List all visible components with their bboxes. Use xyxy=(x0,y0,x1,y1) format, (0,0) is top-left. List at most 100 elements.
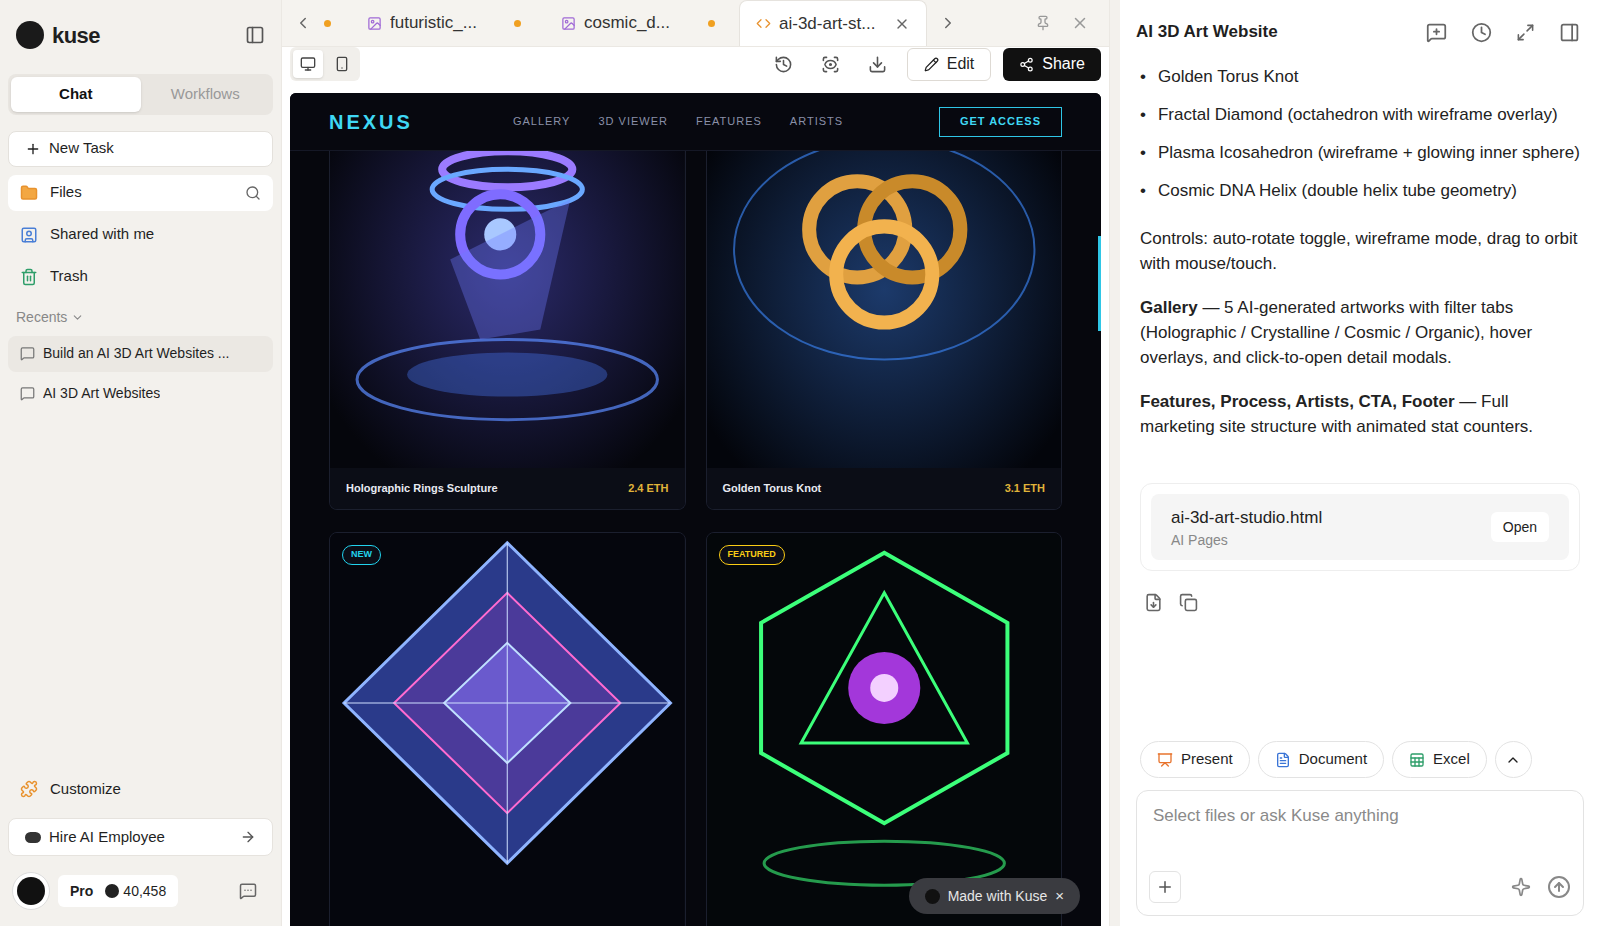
chat-input-placeholder: Select files or ask Kuse anything xyxy=(1149,803,1571,829)
bullet-item: •Plasma Icosahedron (wireframe + glowing… xyxy=(1140,140,1580,165)
site-nav-link[interactable]: 3D VIEWER xyxy=(598,113,668,130)
save-file-icon[interactable] xyxy=(1144,593,1163,612)
send-icon[interactable] xyxy=(1547,875,1571,899)
art-card[interactable]: Holographic Rings Sculpture2.4 ETH xyxy=(329,151,686,510)
app: kuse ChatWorkflows New Task Files Shared wit… xyxy=(0,0,1600,926)
view-mode-button[interactable] xyxy=(327,50,357,78)
chat-header: AI 3D Art Website xyxy=(1120,0,1600,64)
mobile-icon xyxy=(334,56,350,72)
sidebar: kuse ChatWorkflows New Task Files Shared wit… xyxy=(0,0,281,926)
mode-tab[interactable]: Workflows xyxy=(141,77,271,112)
inspect-icon[interactable] xyxy=(821,55,840,74)
chat-icon xyxy=(20,386,35,401)
pin-icon[interactable] xyxy=(1035,15,1051,31)
puzzle-icon xyxy=(20,780,38,798)
attach-button[interactable] xyxy=(1149,871,1181,903)
brand-row: kuse xyxy=(8,16,273,54)
file-tab[interactable]: ai-3d-art-st... xyxy=(739,0,927,46)
site-nav-link[interactable]: FEATURES xyxy=(696,113,762,130)
output-chip[interactable]: Document xyxy=(1258,741,1384,778)
output-chip[interactable]: Present xyxy=(1140,741,1250,778)
chevron-down-icon xyxy=(71,311,84,324)
toggle-panel-icon[interactable] xyxy=(1559,22,1580,43)
brand-name: kuse xyxy=(52,19,100,52)
site-logo[interactable]: NEXUS xyxy=(329,107,413,137)
view-mode-button[interactable] xyxy=(293,50,323,78)
file-tab[interactable]: futuristic_... xyxy=(351,0,537,46)
arrow-right-icon xyxy=(240,829,256,845)
message-paragraph: Features, Process, Artists, CTA, Footer … xyxy=(1140,389,1580,439)
view-mode-toggle xyxy=(290,47,360,81)
close-tab-icon[interactable] xyxy=(894,16,910,32)
chat-input[interactable]: Select files or ask Kuse anything xyxy=(1136,790,1584,916)
hire-ai-button[interactable]: Hire AI Employee xyxy=(8,818,273,856)
made-with-badge[interactable]: Made with Kuse× xyxy=(909,878,1080,914)
output-chip[interactable]: Excel xyxy=(1392,741,1487,778)
art-card[interactable]: FEATURED xyxy=(706,532,1063,926)
kuse-logo-icon xyxy=(925,889,940,904)
rings-sculpture-art xyxy=(330,151,685,468)
history-icon[interactable] xyxy=(774,55,793,74)
tabs-next-icon[interactable] xyxy=(939,14,957,32)
copy-icon[interactable] xyxy=(1179,593,1198,612)
trash-icon xyxy=(20,268,38,286)
site-nav-link[interactable]: ARTISTS xyxy=(790,113,843,130)
mode-tab[interactable]: Chat xyxy=(11,77,141,112)
plus-icon xyxy=(25,141,41,157)
sparkle-icon[interactable] xyxy=(1511,877,1531,897)
search-icon[interactable] xyxy=(245,185,261,201)
code-file-icon xyxy=(756,16,771,31)
recent-item[interactable]: AI 3D Art Websites xyxy=(8,376,273,412)
customize-button[interactable]: Customize xyxy=(8,772,273,806)
fractal-diamond-art xyxy=(330,533,685,926)
collapse-sidebar-icon[interactable] xyxy=(245,25,265,45)
message-paragraph: Gallery — 5 AI-generated artworks with f… xyxy=(1140,295,1580,370)
sidebar-item[interactable]: Trash xyxy=(8,259,273,295)
sidebar-item[interactable]: Shared with me xyxy=(8,217,273,253)
tabs-prev-icon[interactable] xyxy=(294,14,312,32)
preview-scrollbar[interactable] xyxy=(1098,236,1101,331)
message-paragraph: Controls: auto-rotate toggle, wireframe … xyxy=(1140,226,1580,276)
sidebar-item[interactable]: Files xyxy=(8,175,273,211)
get-access-button[interactable]: GET ACCESS xyxy=(939,107,1062,137)
bullet-item: •Golden Torus Knot xyxy=(1140,64,1580,89)
torus-knot-art xyxy=(707,151,1062,468)
open-file-button[interactable]: Open xyxy=(1491,512,1549,542)
document-icon xyxy=(1275,752,1291,768)
file-card[interactable]: ai-3d-art-studio.htmlAI PagesOpen xyxy=(1140,483,1580,571)
download-icon[interactable] xyxy=(868,55,887,74)
chat-panel: AI 3D Art Website•Golden Torus Knot•Frac… xyxy=(1120,0,1600,926)
employee-icon xyxy=(25,832,41,843)
history-icon[interactable] xyxy=(1471,22,1492,43)
avatar-icon[interactable] xyxy=(12,872,50,910)
art-card-badge: FEATURED xyxy=(719,545,785,565)
plan-badge[interactable]: Pro40,458 xyxy=(58,875,178,907)
edit-button[interactable]: Edit xyxy=(907,48,992,81)
new-chat-icon[interactable] xyxy=(1426,22,1447,43)
editor-toolbar: Edit Share xyxy=(282,47,1109,81)
file-name: ai-3d-art-studio.html xyxy=(1171,505,1491,530)
present-icon xyxy=(1157,752,1173,768)
recents-header[interactable]: Recents xyxy=(8,307,273,328)
recent-item[interactable]: Build an AI 3D Art Websites ... xyxy=(8,336,273,372)
plus-icon xyxy=(1156,878,1174,896)
credits-icon xyxy=(105,884,119,898)
chat-icon xyxy=(20,346,35,361)
share-button[interactable]: Share xyxy=(1003,48,1101,81)
gallery-grid: Holographic Rings Sculpture2.4 ETH Golden… xyxy=(290,151,1101,926)
file-tab[interactable]: cosmic_d... xyxy=(545,0,731,46)
collapse-chips-button[interactable] xyxy=(1495,741,1532,778)
close-badge-button[interactable]: × xyxy=(1055,885,1064,908)
close-panel-icon[interactable] xyxy=(1071,14,1089,32)
image-file-icon xyxy=(561,16,576,31)
feedback-icon[interactable] xyxy=(239,882,257,900)
unsaved-dot-icon xyxy=(708,20,715,27)
art-card[interactable]: Golden Torus Knot3.1 ETH xyxy=(706,151,1063,510)
image-file-icon xyxy=(367,16,382,31)
site-nav-link[interactable]: GALLERY xyxy=(513,113,571,130)
mode-tabs: ChatWorkflows xyxy=(8,74,273,115)
expand-icon[interactable] xyxy=(1516,23,1535,42)
new-task-button[interactable]: New Task xyxy=(8,131,273,167)
art-card-caption: Golden Torus Knot3.1 ETH xyxy=(707,468,1062,509)
art-card[interactable]: NEW xyxy=(329,532,686,926)
